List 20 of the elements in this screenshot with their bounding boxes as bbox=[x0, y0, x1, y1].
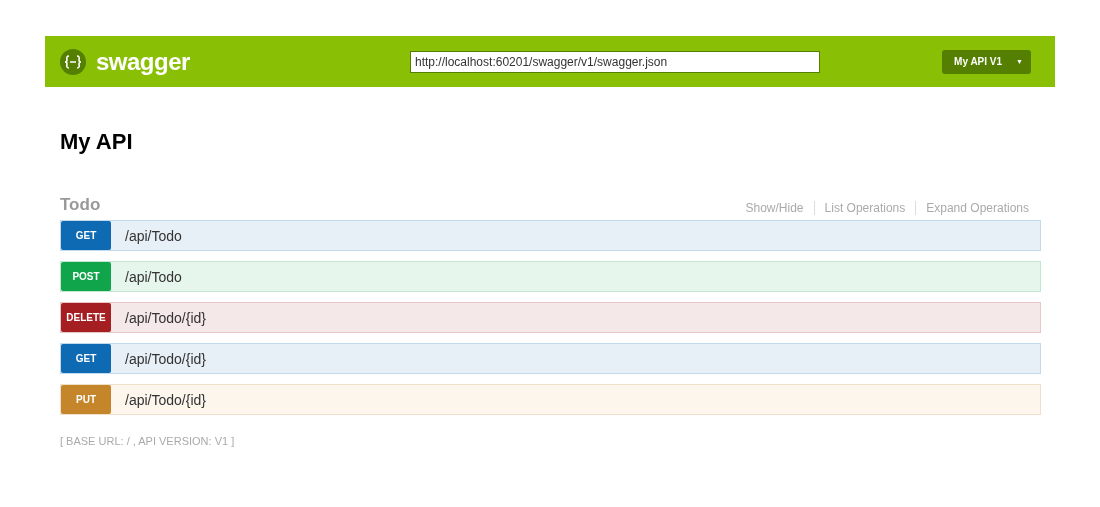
operation-row[interactable]: PUT /api/Todo/{id} bbox=[60, 384, 1041, 415]
base-url-info: [ BASE URL: / , API VERSION: V1 ] bbox=[60, 435, 236, 447]
operation-path: /api/Todo bbox=[125, 268, 182, 285]
method-badge: POST bbox=[61, 262, 111, 291]
logo-icon bbox=[60, 48, 86, 75]
operation-row[interactable]: GET /api/Todo/{id} bbox=[60, 343, 1041, 374]
method-badge: DELETE bbox=[61, 303, 111, 332]
operation-path: /api/Todo/{id} bbox=[125, 350, 206, 367]
operation-row[interactable]: GET /api/Todo bbox=[60, 220, 1041, 251]
method-badge: GET bbox=[61, 221, 111, 250]
method-badge: PUT bbox=[61, 385, 111, 414]
operation-path: /api/Todo/{id} bbox=[125, 309, 206, 326]
operation-row[interactable]: POST /api/Todo bbox=[60, 261, 1041, 292]
url-field[interactable]: http://localhost:60201/swagger/v1/swagger.json bbox=[410, 50, 820, 73]
api-title: My API bbox=[60, 129, 134, 155]
logo-text: swagger bbox=[96, 47, 190, 76]
operation-path: /api/Todo/{id} bbox=[125, 391, 206, 408]
operation-row[interactable]: DELETE /api/Todo/{id} bbox=[60, 302, 1041, 333]
operation-path: /api/Todo bbox=[125, 227, 182, 244]
method-badge: GET bbox=[61, 344, 111, 373]
